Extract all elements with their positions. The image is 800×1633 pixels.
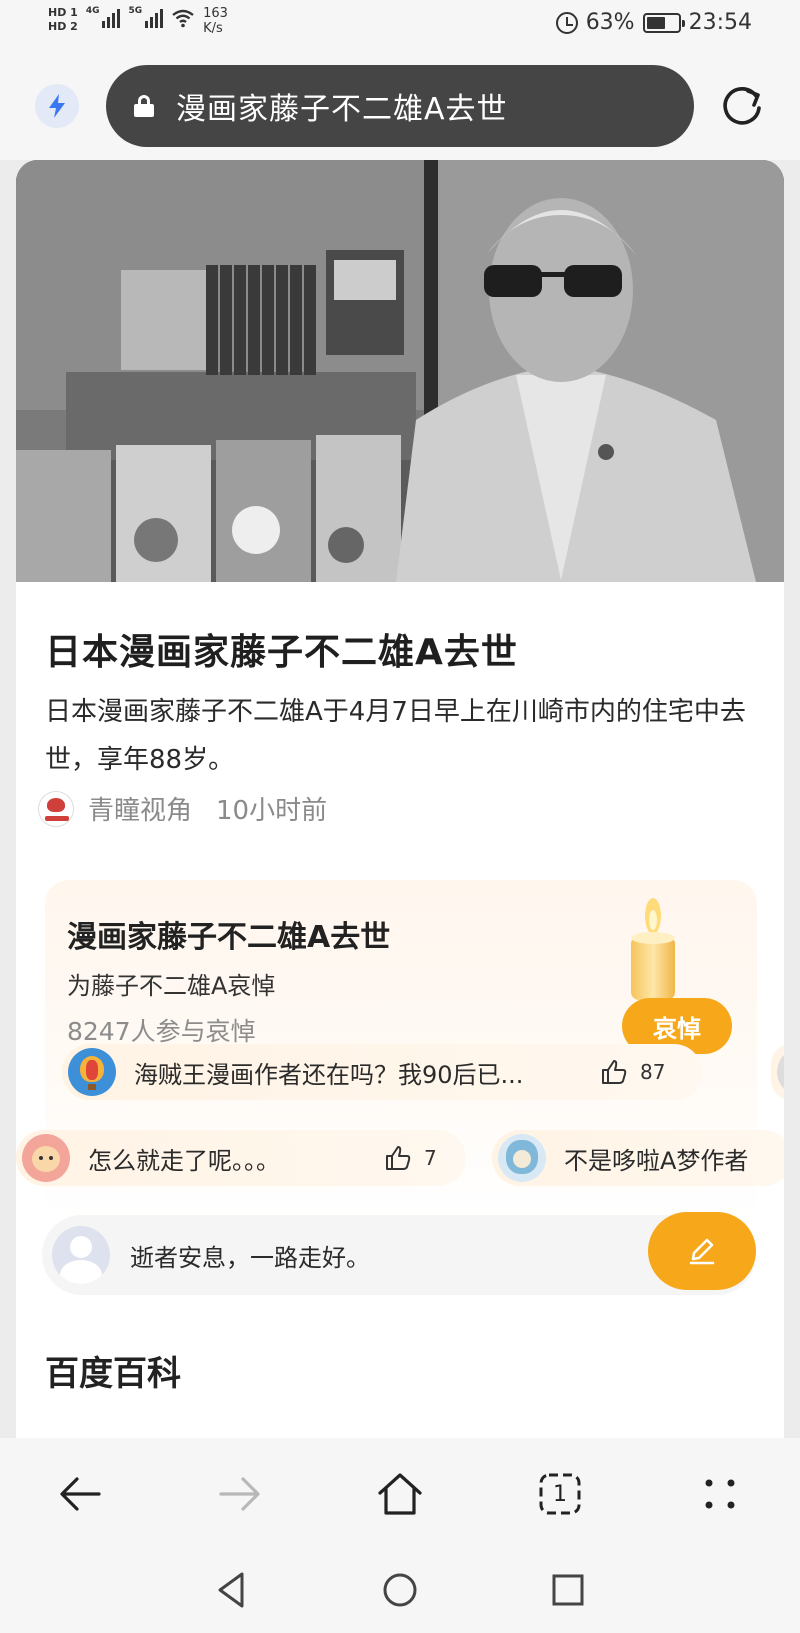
comment-item-partial[interactable] [771,1044,784,1100]
content-area[interactable]: 日本漫画家藤子不二雄A去世 日本漫画家藤子不二雄A于4月7日早上在川崎市内的住宅… [0,160,800,1438]
tabs-icon[interactable]: 1 [532,1466,588,1522]
forward-arrow-icon[interactable] [212,1466,268,1522]
battery-percent: 63% [585,10,635,35]
wifi-icon [172,9,194,28]
write-comment-button[interactable] [648,1212,756,1290]
alarm-icon [555,11,578,34]
hd-indicator: HD 1 HD 2 [48,6,78,34]
comment-input-text: 逝者安息，一路走好。 [130,1243,370,1272]
source-logo [38,790,74,827]
square-recents-icon[interactable] [546,1568,590,1612]
battery-icon [642,12,685,33]
net1-label: 4G [85,6,100,16]
publish-time: 10小时前 [216,796,328,826]
baike-section-title[interactable]: 百度百科 [45,1346,181,1395]
comment-text: 不是哆啦A梦作者 [564,1146,749,1175]
comment-item[interactable]: 怎么就走了呢。。。 7 [16,1130,466,1186]
speed-unit: K/s [203,21,223,36]
lock-icon [134,95,154,117]
clock: 23:54 [688,10,752,35]
signal-icon-2: 5G [128,6,164,28]
comment-text: 海贼王漫画作者还在吗？我90后已... [134,1060,524,1089]
candle-icon [631,898,675,1000]
circle-home-icon[interactable] [378,1568,422,1612]
like-count: 7 [424,1146,437,1170]
back-arrow-icon[interactable] [52,1466,108,1522]
triangle-back-icon[interactable] [210,1568,254,1612]
article-title[interactable]: 日本漫画家藤子不二雄A去世 [45,623,518,675]
tab-count: 1 [553,1481,567,1507]
balloon-avatar [68,1048,116,1096]
comment-text: 怎么就走了呢。。。 [88,1146,280,1175]
thumbs-up-icon [602,1060,627,1084]
url-text: 漫画家藤子不二雄A去世 [176,92,508,127]
article-summary: 日本漫画家藤子不二雄A于4月7日早上在川崎市内的住宅中去世，享年88岁。 [45,697,746,775]
browser-bottom-nav: 1 [0,1438,800,1548]
source-name[interactable]: 青瞳视角 [88,790,192,827]
mourning-title: 漫画家藤子不二雄A去世 [67,920,391,955]
mourning-count: 8247人参与哀悼 [67,1017,256,1046]
system-nav-bar [0,1548,800,1633]
url-bar[interactable]: 漫画家藤子不二雄A去世 [106,65,694,147]
like-control[interactable]: 7 [384,1144,437,1172]
speed-value: 163 [203,6,228,21]
signal-icon-1: 4G [86,6,121,28]
mourning-subtitle: 为藤子不二雄A哀悼 [67,972,276,1000]
hd2-label: HD 2 [48,20,78,33]
article-card: 日本漫画家藤子不二雄A去世 日本漫画家藤子不二雄A于4月7日早上在川崎市内的住宅… [16,160,784,1438]
menu-dots-icon[interactable] [692,1466,748,1522]
anime-avatar [498,1134,546,1182]
status-bar: HD 1 HD 2 4G 5G 163 K/s 63% 23:54 [0,0,800,52]
refresh-icon[interactable] [718,82,766,130]
network-speed: 163 K/s [203,6,228,36]
comment-item[interactable]: 不是哆啦A梦作者 [492,1130,784,1186]
comment-item[interactable]: 海贼王漫画作者还在吗？我90后已... 87 [62,1044,702,1100]
net2-label: 5G [128,6,143,16]
avatar [777,1048,784,1096]
hero-image[interactable] [16,160,784,582]
user-avatar [52,1226,110,1284]
pencil-icon [689,1238,715,1265]
source-row: 青瞳视角 10小时前 [38,790,327,827]
hd1-label: HD 1 [48,6,78,19]
like-control[interactable]: 87 [600,1058,665,1086]
address-bar-row: 漫画家藤子不二雄A去世 [0,52,800,160]
home-icon[interactable] [372,1466,428,1522]
like-count: 87 [640,1060,666,1084]
bolt-icon[interactable] [35,84,79,128]
bear-avatar [22,1134,70,1182]
thumbs-up-icon [386,1146,411,1170]
